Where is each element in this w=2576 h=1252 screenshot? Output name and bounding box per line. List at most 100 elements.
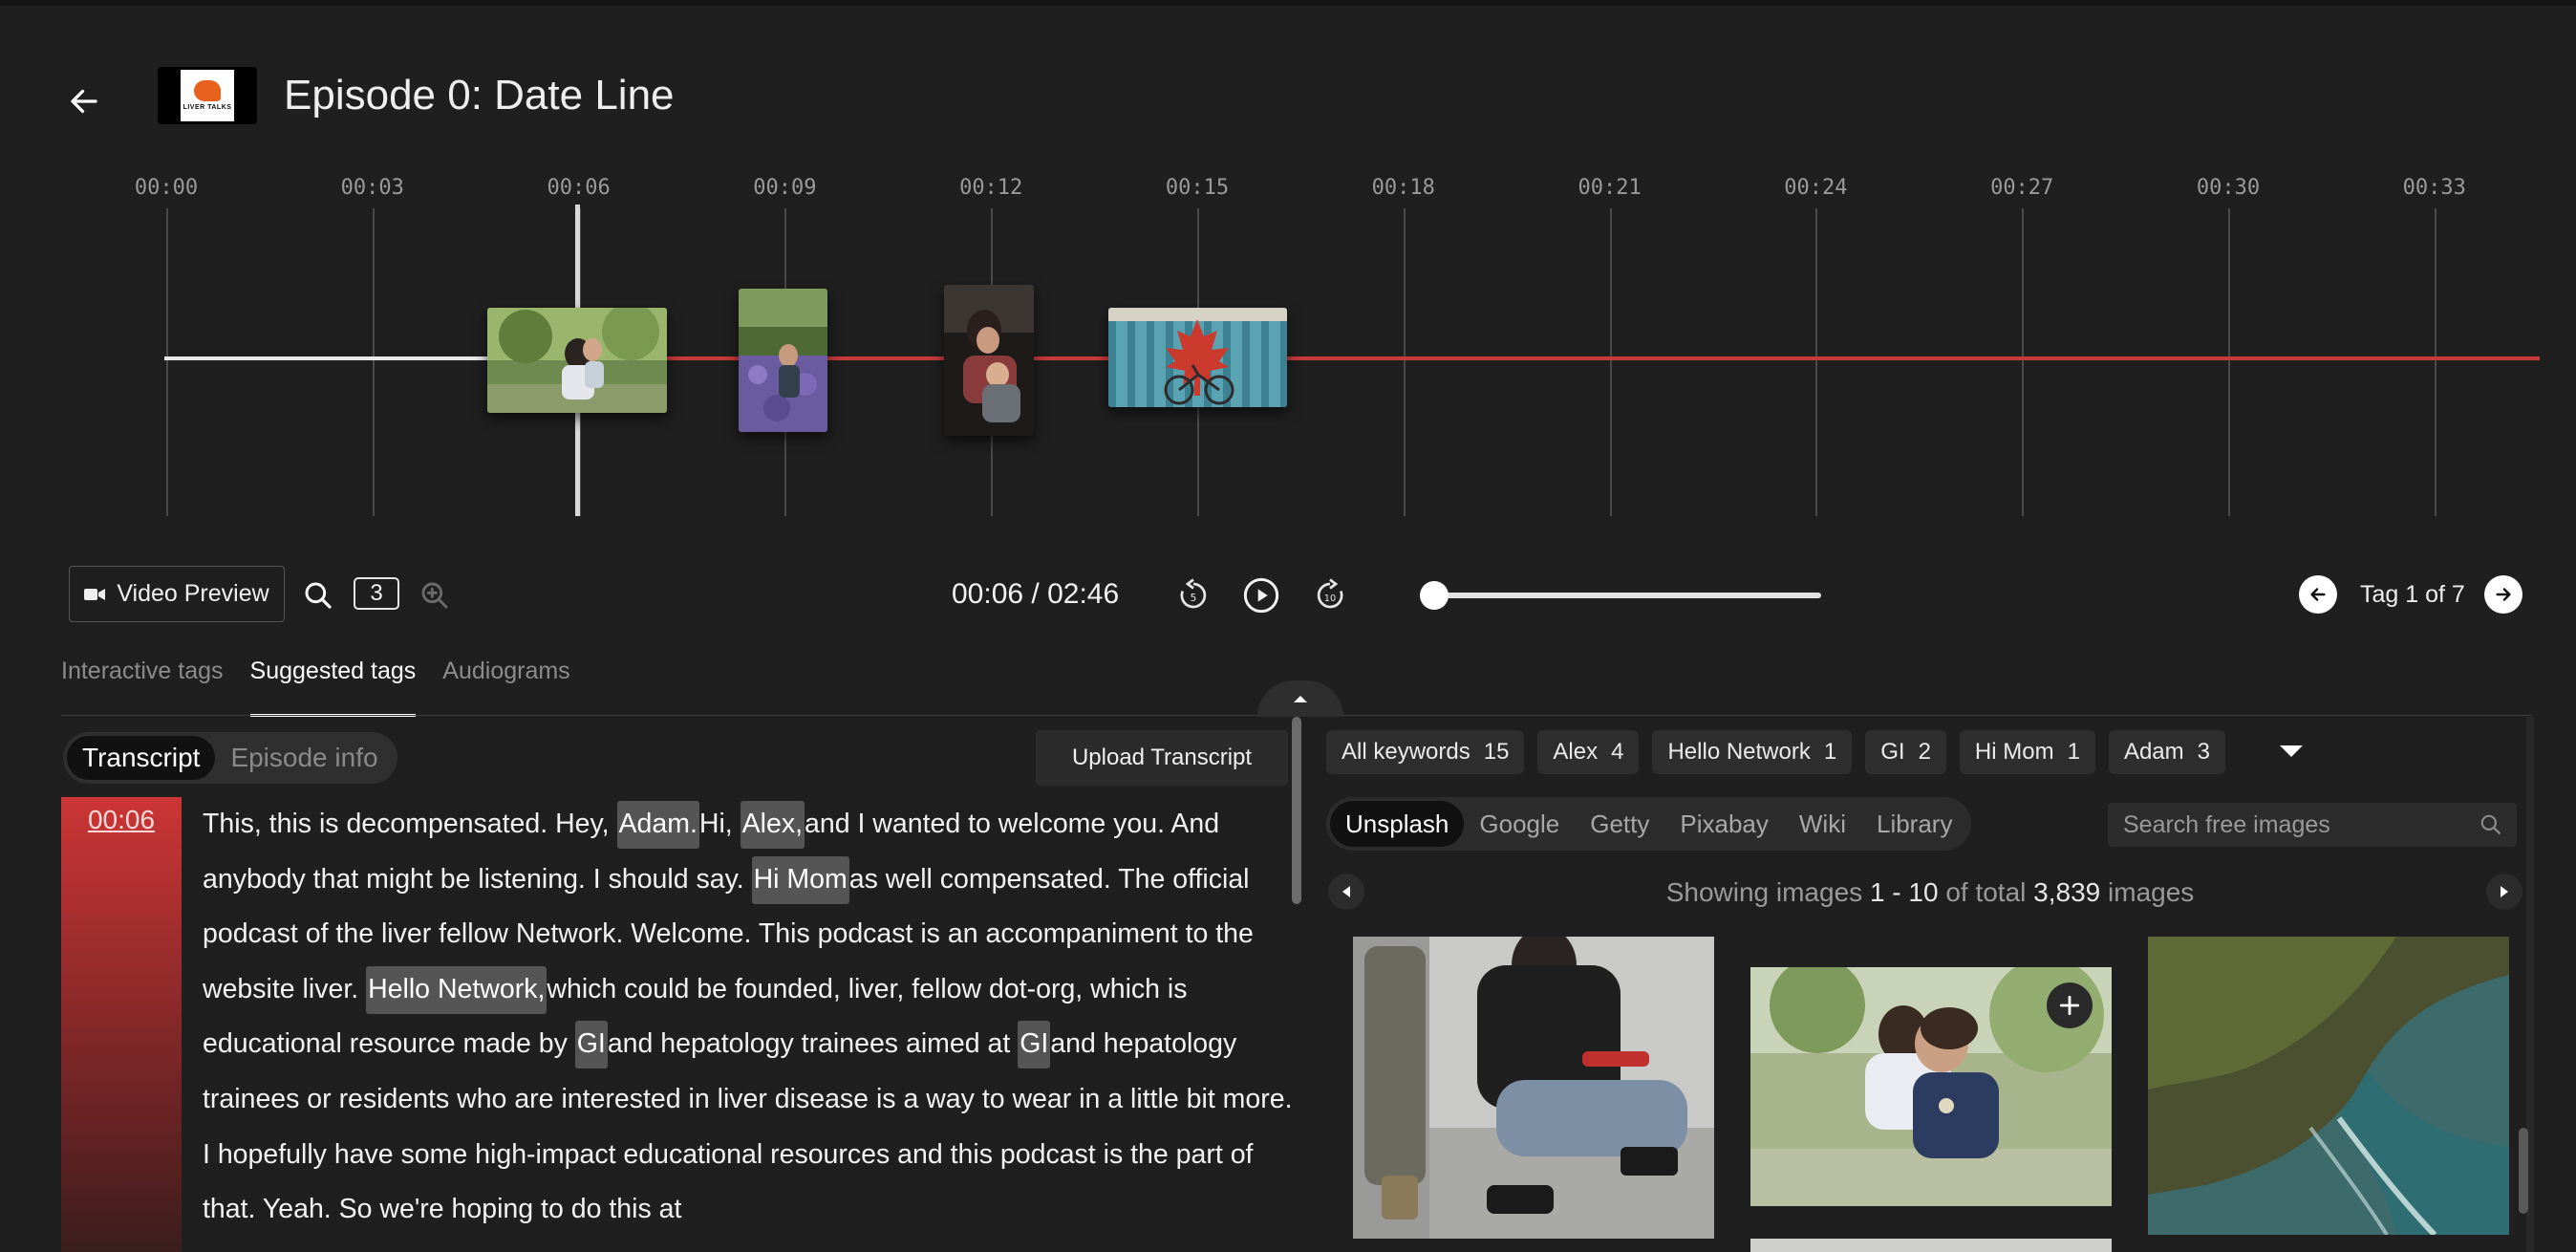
source-tab-getty[interactable]: Getty [1575,801,1664,847]
previous-page-button[interactable] [1328,874,1364,910]
source-tab-google[interactable]: Google [1464,801,1575,847]
top-edge [0,0,2576,6]
tag-counter: Tag 1 of 7 [2360,581,2465,608]
image-source-tabs: Unsplash Google Getty Pixabay Wiki Library [1326,797,1972,851]
keyword-highlight[interactable]: Alex, [740,801,805,849]
results-total: 3,839 [2033,877,2101,907]
results-summary: Showing images 1 - 10 of total 3,839 ima… [1385,874,2475,912]
transcript-timestamp[interactable]: 00:06 [61,805,182,835]
keyword-highlight[interactable]: Hi Mom [751,855,849,904]
results-range: 1 - 10 [1869,877,1939,907]
rewind-button[interactable]: 5 [1171,573,1215,617]
video-preview-button[interactable]: Video Preview [69,566,285,622]
transcript-text[interactable]: This, this is decompensated. Hey, Adam.H… [203,797,1294,1238]
timeline-thumbnail[interactable] [487,308,667,413]
search-input[interactable] [2123,810,2467,839]
image-search-field[interactable] [2108,803,2517,847]
transcript-scrollbar[interactable] [1292,717,1301,904]
timeline-tick-label: 00:21 [1578,176,1642,200]
arrow-right-icon [2496,588,2511,601]
results-scrollbar[interactable] [2519,1128,2528,1214]
timeline-tick-label: 00:06 [547,176,611,200]
play-button[interactable] [1239,573,1283,617]
keyword-chip-count: 15 [1483,739,1510,765]
timeline-gridline [1815,208,1818,516]
back-button[interactable] [57,75,111,128]
collapse-panel-button[interactable] [1257,680,1343,717]
caret-right-icon [2501,886,2508,897]
transcript-episode-toggle: Transcript Episode info [63,732,397,784]
timeline-tick-label: 00:30 [2196,176,2261,200]
timeline-tick-label: 00:12 [959,176,1023,200]
timeline-thumbnail[interactable] [739,289,827,432]
timeline-gridline [1609,208,1612,516]
arrow-left-icon [71,89,97,114]
source-tab-pixabay[interactable]: Pixabay [1664,801,1784,847]
image-result[interactable] [2148,937,2509,1235]
arrow-left-icon [2310,588,2326,601]
video-camera-icon [84,588,106,600]
add-image-button[interactable] [2047,982,2093,1028]
timeline-tick-label: 00:00 [134,176,199,200]
tab-audiograms[interactable]: Audiograms [442,654,569,717]
source-tab-wiki[interactable]: Wiki [1784,801,1861,847]
keyword-highlight[interactable]: GI [574,1021,608,1069]
next-tag-button[interactable] [2484,575,2522,614]
plus-icon [2059,995,2080,1016]
zoom-in-button[interactable] [417,577,453,614]
rewind-icon: 5 [1180,578,1207,609]
keyword-chip-label: Hi Mom [1974,739,2054,765]
timeline-gridline [2434,208,2436,516]
zoom-in-icon [421,582,448,609]
timeline-tick-label: 00:03 [340,176,404,200]
keyword-highlight[interactable]: Adam. [616,801,699,849]
episode-info-toggle[interactable]: Episode info [215,736,393,780]
image-result[interactable] [1353,937,1714,1239]
upload-transcript-button[interactable]: Upload Transcript [1036,730,1288,786]
caret-left-icon [1342,886,1350,897]
video-preview-label: Video Preview [117,580,269,607]
image-result[interactable] [1750,1239,2112,1252]
keyword-chip[interactable]: GI 2 [1865,730,1946,774]
keyword-highlight[interactable]: Hello Network, [366,965,547,1014]
scrubber-handle[interactable] [1420,581,1449,610]
image-result[interactable] [1750,967,2112,1206]
search-icon[interactable] [2479,812,2503,837]
transcript-segment: Hi, [698,809,741,839]
timeline-tick-label: 00:18 [1371,176,1435,200]
source-tab-unsplash[interactable]: Unsplash [1330,801,1465,847]
zoom-out-icon [305,582,332,609]
fast-forward-button[interactable]: 10 [1308,573,1352,617]
playback-scrubber[interactable] [1420,581,1821,610]
keyword-chip-count: 4 [1611,739,1624,765]
timeline-thumbnail[interactable] [1108,308,1287,407]
next-page-button[interactable] [2486,874,2522,910]
keyword-chip-count: 3 [2197,739,2211,765]
keyword-chip[interactable]: Hi Mom 1 [1959,730,2095,774]
keyword-chip[interactable]: Hello Network 1 [1652,730,1853,774]
timeline-gridline [1403,208,1406,516]
previous-tag-button[interactable] [2299,575,2337,614]
timeline-thumbnail[interactable] [944,285,1034,436]
timeline[interactable]: 00:00 00:03 00:06 00:09 00:12 00:15 00:18 00:21… [0,162,2576,526]
timestamp-bar [61,797,182,1252]
podcast-logo: LIVER TALKS [158,67,257,124]
tab-suggested-tags[interactable]: Suggested tags [249,654,417,717]
keyword-chip[interactable]: All keywords 15 [1326,730,1525,774]
keyword-chip[interactable]: Adam 3 [2108,730,2226,774]
more-keywords-button[interactable] [2278,742,2305,761]
keyword-chip-label: GI [1880,739,1905,765]
timeline-gridline [166,208,168,516]
fast-forward-icon: 10 [1317,578,1343,609]
caret-up-icon [1294,696,1307,702]
source-tab-library[interactable]: Library [1861,801,1967,847]
transcript-toggle[interactable]: Transcript [67,736,216,780]
keyword-chip[interactable]: Alex 4 [1537,730,1640,774]
tab-interactive-tags[interactable]: Interactive tags [61,654,224,717]
keyword-chips: All keywords 15 Alex 4 Hello Network 1 GI 2 Hi M… [1326,730,2226,774]
keyword-chip-label: Hello Network [1667,739,1811,765]
zoom-out-button[interactable] [300,577,336,614]
keyword-chip-count: 2 [1918,739,1931,765]
scrubber-track [1420,593,1821,598]
keyword-highlight[interactable]: GI [1018,1021,1051,1069]
